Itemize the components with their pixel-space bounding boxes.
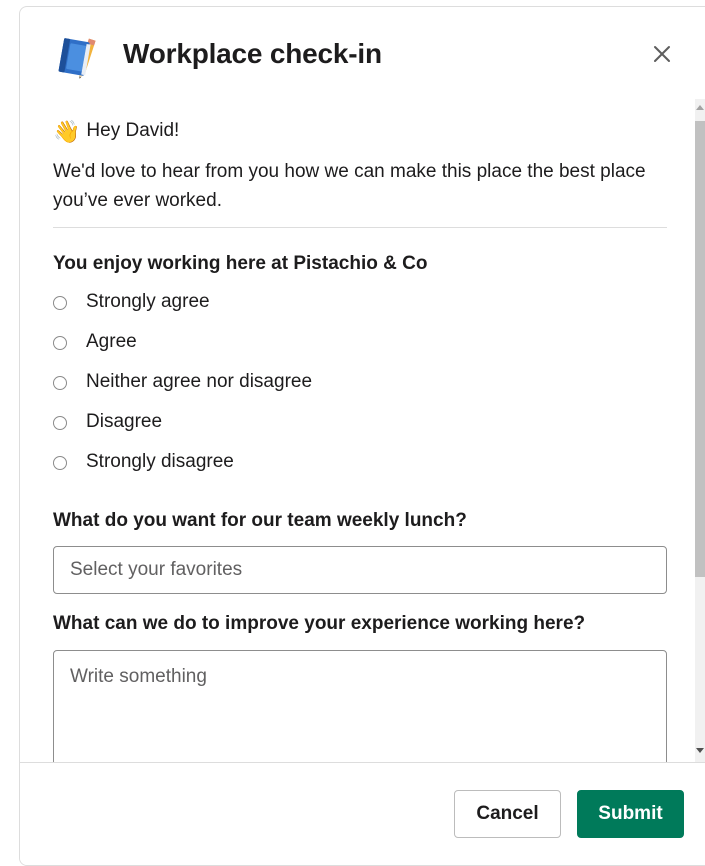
submit-button[interactable]: Submit <box>577 790 684 838</box>
question-lunch-label: What do you want for our team weekly lun… <box>53 510 467 531</box>
scroll-up-icon[interactable] <box>696 105 704 110</box>
radio-button[interactable] <box>53 416 67 430</box>
radio-label: Agree <box>86 331 137 352</box>
greeting-text: Hey David! <box>86 120 180 141</box>
scrollbar[interactable] <box>695 99 705 762</box>
modal-footer: Cancel Submit <box>20 762 705 865</box>
cancel-button[interactable]: Cancel <box>454 790 561 838</box>
radio-button[interactable] <box>53 296 67 310</box>
check-in-modal: Workplace check-in 👋 Hey David! We'd love… <box>19 6 705 866</box>
modal-body: 👋 Hey David! We'd love to hear from you h… <box>20 99 705 762</box>
radio-label: Disagree <box>86 411 163 432</box>
scroll-thumb[interactable] <box>695 121 705 577</box>
improve-textarea[interactable]: Write something <box>53 650 667 762</box>
question-enjoy-label: You enjoy working here at Pistachio & Co <box>53 253 428 274</box>
divider <box>53 227 667 228</box>
question-improve-label: What can we do to improve your experienc… <box>53 613 586 634</box>
intro-text: We'd love to hear from you how we can ma… <box>53 161 646 211</box>
radio-button[interactable] <box>53 376 67 390</box>
lunch-select-placeholder: Select your favorites <box>70 559 243 580</box>
radio-label: Strongly agree <box>86 291 210 312</box>
radio-label: Strongly disagree <box>86 451 234 472</box>
waving-hand-icon: 👋 <box>53 119 81 144</box>
radio-label: Neither agree nor disagree <box>86 371 313 392</box>
improve-textarea-placeholder: Write something <box>70 666 207 687</box>
notebook-icon <box>58 38 96 79</box>
scroll-down-icon[interactable] <box>696 748 704 753</box>
radio-button[interactable] <box>53 456 67 470</box>
radio-button[interactable] <box>53 336 67 350</box>
modal-header: Workplace check-in <box>20 7 705 99</box>
greeting: 👋 Hey David! <box>53 119 179 145</box>
lunch-select[interactable]: Select your favorites <box>53 546 667 594</box>
close-icon[interactable] <box>649 41 675 67</box>
modal-title: Workplace check-in <box>123 38 382 69</box>
